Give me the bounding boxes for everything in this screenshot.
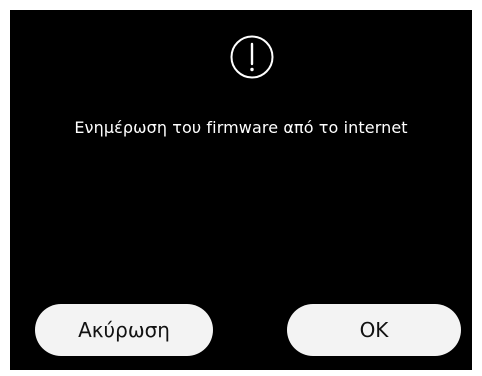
dialog-message: Ενημέρωση του firmware από το internet (74, 118, 408, 137)
cancel-button[interactable]: Ακύρωση (35, 304, 213, 356)
firmware-update-dialog: Ενημέρωση του firmware από το internet Α… (10, 10, 472, 370)
ok-button[interactable]: OK (287, 304, 461, 356)
exclamation-circle-icon (230, 35, 274, 79)
